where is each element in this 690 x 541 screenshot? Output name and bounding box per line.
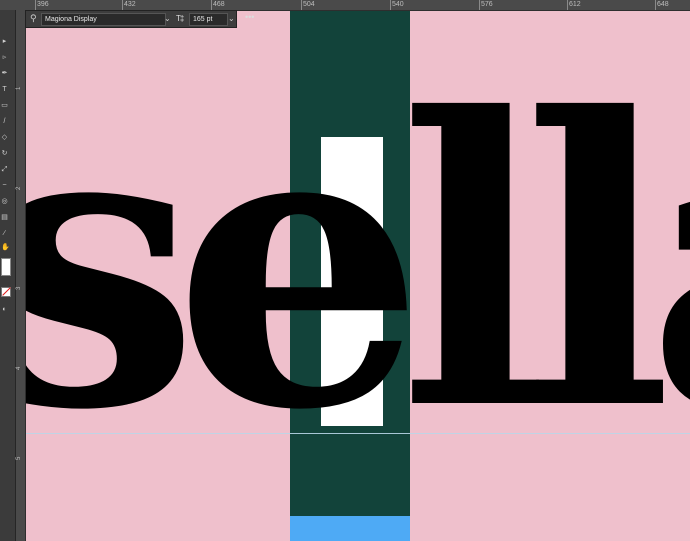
type-tool-icon[interactable]: T	[1, 86, 8, 93]
vertical-ruler[interactable]: 1 2 3 4 5	[16, 10, 26, 541]
font-size-icon: T‡	[176, 14, 184, 23]
direct-select-tool-icon[interactable]: ▹	[1, 54, 8, 61]
search-icon[interactable]: ⚲	[30, 13, 40, 23]
rectangle-tool-icon[interactable]: ▭	[1, 102, 8, 109]
ruler-tick	[211, 0, 212, 10]
artboard-canvas[interactable]: sella	[25, 11, 690, 541]
ruler-tick	[479, 0, 480, 10]
ruler-tick	[567, 0, 568, 10]
pen-tool-icon[interactable]: ✒	[1, 70, 8, 77]
rotate-tool-icon[interactable]: ↻	[1, 150, 8, 157]
shape-builder-tool-icon[interactable]: ◎	[1, 198, 8, 205]
ruler-label: 4	[16, 366, 22, 370]
artwork-text-sella[interactable]: sella	[25, 11, 690, 525]
ruler-label: 1	[16, 86, 22, 90]
chevron-down-icon[interactable]: ⌄	[228, 13, 235, 24]
gradient-tool-icon[interactable]: ▤	[1, 214, 8, 221]
eyedropper-tool-icon[interactable]: ∕	[1, 230, 8, 237]
ruler-label: 3	[16, 286, 22, 290]
scale-tool-icon[interactable]: ⤢	[1, 166, 8, 173]
ruler-label: 612	[569, 1, 581, 8]
ruler-label: 504	[303, 1, 315, 8]
ruler-tick	[301, 0, 302, 10]
ruler-tick	[655, 0, 656, 10]
ruler-label: 396	[37, 1, 49, 8]
ruler-label: 432	[124, 1, 136, 8]
more-options-icon[interactable]: •••	[245, 12, 254, 23]
ruler-label: 5	[16, 456, 22, 460]
fill-color-swatch[interactable]	[1, 258, 11, 276]
ruler-tick	[35, 0, 36, 10]
warp-tool-icon[interactable]: ~	[1, 182, 8, 189]
move-tool-icon[interactable]: ▸	[1, 38, 8, 45]
ruler-label: 576	[481, 1, 493, 8]
tools-panel: ▸ ▹ ✒ T ▭ / ◇ ↻ ⤢ ~ ◎ ▤ ∕ ✋ ◐	[0, 10, 16, 541]
font-family-field[interactable]: Magiona Display	[41, 13, 166, 26]
chevron-down-icon[interactable]: ⌄	[164, 13, 171, 24]
ruler-label: 648	[657, 1, 669, 8]
ruler-label: 468	[213, 1, 225, 8]
hand-tool-icon[interactable]: ✋	[1, 244, 10, 251]
draw-mode-icon[interactable]: ◐	[1, 306, 8, 313]
brush-tool-icon[interactable]: /	[1, 118, 8, 125]
character-control-bar: ⚲ Magiona Display ⌄ T‡ 165 pt ⌄ •••	[25, 10, 254, 28]
stroke-color-swatch[interactable]	[1, 287, 11, 297]
font-size-field[interactable]: 165 pt	[189, 13, 228, 26]
ruler-tick	[390, 0, 391, 10]
ruler-label: 540	[392, 1, 404, 8]
eraser-tool-icon[interactable]: ◇	[1, 134, 8, 141]
ruler-label: 2	[16, 186, 22, 190]
ruler-tick	[122, 0, 123, 10]
